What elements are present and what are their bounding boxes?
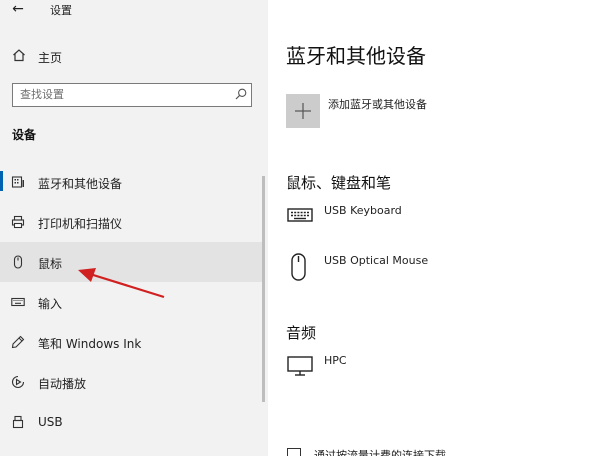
sidebar-scrollbar[interactable] <box>262 176 265 402</box>
usb-icon <box>12 415 24 429</box>
device-name: USB Optical Mouse <box>324 254 429 267</box>
mouse-icon <box>13 255 23 269</box>
bluetooth-devices-icon <box>11 176 24 188</box>
nav-item-label: 笔和 Windows Ink <box>38 337 142 351</box>
nav-item-label: 自动播放 <box>38 377 87 391</box>
nav-item-autoplay[interactable]: 自动播放 <box>0 362 262 402</box>
nav-item-usb[interactable]: USB <box>0 402 262 442</box>
device-usb-optical-mouse[interactable]: USB Optical Mouse <box>286 252 586 288</box>
nav-home[interactable]: 主页 <box>0 46 268 68</box>
autoplay-icon <box>11 375 25 389</box>
section-mouse-keyboard-pen: 鼠标、键盘和笔 <box>286 174 392 192</box>
device-name: HPC <box>324 354 347 367</box>
add-device-button[interactable]: 添加蓝牙或其他设备 <box>286 94 586 128</box>
settings-sidebar: ← 设置 主页 设备 蓝牙和其他设备 <box>0 0 268 456</box>
metered-connection-label: 通过按流量计费的连接下载 <box>314 449 446 456</box>
nav-item-typing[interactable]: 输入 <box>0 282 262 322</box>
nav-item-printers[interactable]: 打印机和扫描仪 <box>0 202 262 242</box>
search-box <box>12 83 252 107</box>
device-hpc[interactable]: HPC <box>286 352 586 388</box>
device-name: USB Keyboard <box>324 204 402 217</box>
nav-item-bluetooth[interactable]: 蓝牙和其他设备 <box>0 162 262 202</box>
metered-connection-checkbox[interactable] <box>287 448 301 456</box>
nav-item-label: 打印机和扫描仪 <box>38 217 123 231</box>
nav-item-label: 蓝牙和其他设备 <box>38 177 123 191</box>
search-input[interactable] <box>20 87 220 102</box>
section-audio: 音频 <box>286 324 317 342</box>
keyboard-icon <box>11 297 25 307</box>
back-button[interactable]: ← <box>8 1 28 17</box>
pen-icon <box>11 335 25 349</box>
main-content: 蓝牙和其他设备 添加蓝牙或其他设备 鼠标、键盘和笔 USB Keyboard U… <box>268 0 600 456</box>
nav-item-label: 鼠标 <box>38 257 63 271</box>
metered-connection-checkbox-row[interactable]: 通过按流量计费的连接下载 <box>286 446 596 456</box>
selection-indicator <box>0 171 3 191</box>
device-usb-keyboard[interactable]: USB Keyboard <box>286 202 586 238</box>
monitor-icon <box>287 356 313 376</box>
app-title: 设置 <box>50 4 72 17</box>
nav-item-pen[interactable]: 笔和 Windows Ink <box>0 322 262 362</box>
nav-item-label: 输入 <box>38 297 63 311</box>
search-icon[interactable] <box>235 88 247 100</box>
mouse-icon <box>291 253 306 281</box>
keyboard-icon <box>287 208 313 222</box>
add-device-label: 添加蓝牙或其他设备 <box>328 98 427 111</box>
nav-item-mouse[interactable]: 鼠标 <box>0 242 262 282</box>
plus-icon <box>295 103 311 119</box>
page-title: 蓝牙和其他设备 <box>286 44 426 68</box>
section-header-devices: 设备 <box>12 128 37 142</box>
printer-icon <box>11 215 25 229</box>
nav-item-label: USB <box>38 415 63 429</box>
home-icon <box>13 49 25 62</box>
title-bar: ← 设置 <box>0 0 268 20</box>
nav-home-label: 主页 <box>38 51 63 65</box>
